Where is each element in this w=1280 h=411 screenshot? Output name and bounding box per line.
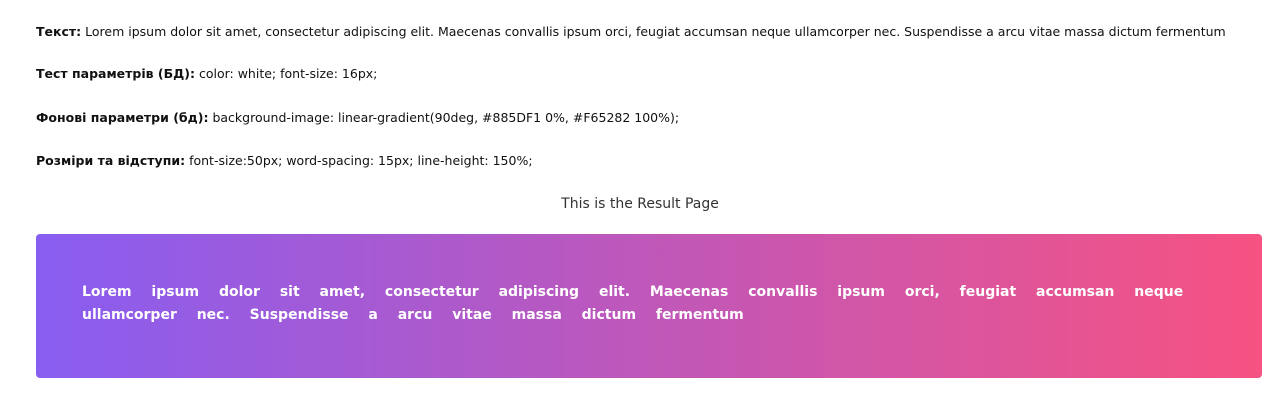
size-params-label: Розміри та відступи: (36, 153, 186, 168)
size-params-line: Розміри та відступи: font-size:50px; wor… (36, 153, 533, 169)
test-params-line: Тест параметрів (БД): color: white; font… (36, 66, 377, 82)
background-params-line: Фонові параметри (бд): background-image:… (36, 110, 679, 126)
size-params-value: font-size:50px; word-spacing: 15px; line… (189, 153, 533, 168)
text-param-label: Текст: (36, 24, 82, 39)
test-params-label: Тест параметрів (БД): (36, 66, 195, 81)
test-params-value: color: white; font-size: 16px; (198, 66, 378, 81)
background-params-value: background-image: linear-gradient(90deg,… (212, 110, 680, 125)
page: Текст: Lorem ipsum dolor sit amet, conse… (0, 0, 1280, 411)
background-params-label: Фонові параметри (бд): (36, 110, 209, 125)
result-preview-box: Lorem ipsum dolor sit amet, consectetur … (36, 234, 1262, 378)
result-preview-text: Lorem ipsum dolor sit amet, consectetur … (82, 284, 1184, 323)
text-param-line: Текст: Lorem ipsum dolor sit amet, conse… (36, 24, 1226, 40)
text-param-value: Lorem ipsum dolor sit amet, consectetur … (85, 24, 1226, 39)
result-page-title: This is the Result Page (561, 196, 719, 212)
